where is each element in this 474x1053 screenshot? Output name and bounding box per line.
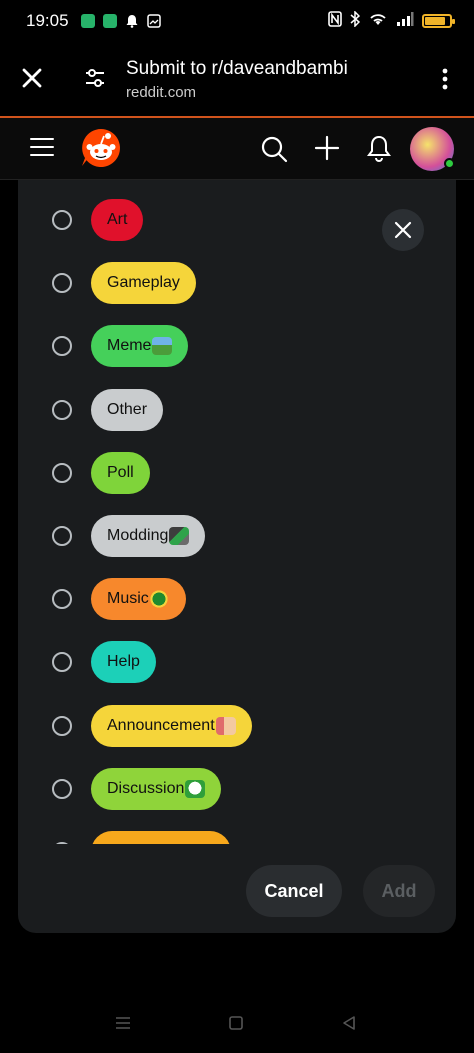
browser-toolbar: Submit to r/daveandbambi reddit.com — [0, 42, 474, 116]
flair-radio-button[interactable] — [52, 273, 72, 294]
flair-radio-button[interactable] — [52, 462, 72, 483]
reddit-header — [0, 118, 474, 180]
chat-emoji-icon — [185, 779, 206, 798]
menu-icon[interactable] — [30, 137, 54, 157]
music-emoji-icon — [149, 590, 170, 609]
flair-option[interactable]: Poll — [18, 448, 456, 498]
nfc-icon — [328, 10, 342, 32]
flair-label: Poll — [107, 463, 134, 481]
flair-pill[interactable]: Gameplay — [91, 262, 196, 305]
recent-apps-icon[interactable] — [115, 1015, 131, 1031]
flair-radio-button[interactable] — [52, 336, 72, 357]
flair-radio-button[interactable] — [52, 715, 72, 736]
page-url: reddit.com — [126, 84, 197, 101]
flair-pill[interactable]: Art — [91, 199, 144, 241]
flair-radio-button[interactable] — [52, 399, 72, 420]
battery-icon — [422, 14, 455, 28]
flair-radio-button[interactable] — [52, 652, 72, 673]
bluetooth-icon — [350, 9, 361, 32]
create-post-icon[interactable] — [314, 135, 340, 161]
flair-pill[interactable]: Meme — [91, 325, 189, 368]
flair-label: Other — [107, 400, 148, 418]
flair-label: Meme — [107, 337, 152, 355]
flair-radio-button[interactable] — [52, 526, 72, 546]
flair-pill[interactable]: Announcement — [91, 704, 252, 747]
tool-emoji-icon — [169, 527, 190, 545]
flair-option[interactable]: Gameplay — [18, 258, 456, 308]
notifications-bell-icon[interactable] — [366, 134, 392, 162]
flair-radio-button[interactable] — [52, 210, 72, 230]
flair-option[interactable]: Modding — [18, 511, 456, 561]
flair-radio-button[interactable] — [52, 842, 72, 844]
status-time: 19:05 — [26, 11, 69, 30]
back-icon[interactable] — [341, 1015, 357, 1031]
flair-option[interactable]: Discussion — [18, 764, 456, 814]
page-title: Submit to r/daveandbambi — [126, 58, 348, 79]
flair-radio-button[interactable] — [52, 778, 72, 799]
flair-option[interactable]: Other — [18, 385, 456, 435]
system-navigation-bar — [0, 995, 474, 1053]
page-title-block: Submit to r/daveandbambi reddit.com — [126, 58, 348, 101]
status-bar: 19:05 — [0, 0, 474, 42]
cancel-button[interactable]: Cancel — [246, 865, 342, 917]
flair-option[interactable]: Music — [18, 574, 456, 624]
flair-pill[interactable]: Discussion — [91, 767, 222, 810]
home-icon[interactable] — [228, 1015, 244, 1031]
close-tab-button[interactable] — [20, 66, 44, 90]
alarm-icon — [125, 14, 139, 28]
flair-pill[interactable] — [91, 831, 231, 844]
flair-label: Gameplay — [107, 274, 180, 292]
flair-option[interactable] — [18, 827, 456, 844]
reddit-logo-icon[interactable] — [79, 126, 123, 170]
flair-label: Modding — [107, 527, 169, 544]
flair-picker-modal: Art Gameplay Meme Other Poll Modding Music Help… — [18, 180, 456, 933]
flair-option[interactable]: Meme — [18, 321, 456, 371]
online-status-indicator — [444, 158, 455, 169]
flair-pill[interactable]: Poll — [91, 451, 150, 494]
flair-label: Discussion — [107, 779, 185, 797]
app-notification-icon — [80, 14, 95, 28]
signal-icon — [396, 11, 414, 32]
app-notification-icon — [102, 14, 117, 28]
flair-pill[interactable]: Help — [91, 641, 156, 684]
flair-label: Music — [107, 590, 149, 608]
add-button[interactable]: Add — [363, 865, 435, 917]
flair-pill[interactable]: Music — [91, 578, 186, 621]
flair-option[interactable]: Help — [18, 637, 456, 687]
flair-label: Help — [107, 653, 140, 671]
gallery-icon — [146, 14, 161, 28]
close-modal-button[interactable] — [382, 209, 424, 251]
wifi-icon — [368, 11, 388, 32]
site-settings-icon[interactable] — [84, 67, 106, 89]
flair-radio-button[interactable] — [52, 589, 72, 610]
search-icon[interactable] — [260, 135, 288, 163]
flair-label: Art — [107, 211, 128, 228]
user-avatar[interactable] — [410, 127, 455, 171]
picture-emoji-icon — [152, 337, 173, 356]
flair-option[interactable]: Announcement — [18, 701, 456, 751]
more-options-icon[interactable] — [442, 68, 448, 90]
flair-list[interactable]: Art Gameplay Meme Other Poll Modding Music Help… — [18, 188, 456, 844]
flair-pill[interactable]: Modding — [91, 515, 206, 557]
megaphone-emoji-icon — [215, 716, 236, 735]
flair-pill[interactable]: Other — [91, 388, 164, 431]
flair-label: Announcement — [107, 716, 215, 734]
